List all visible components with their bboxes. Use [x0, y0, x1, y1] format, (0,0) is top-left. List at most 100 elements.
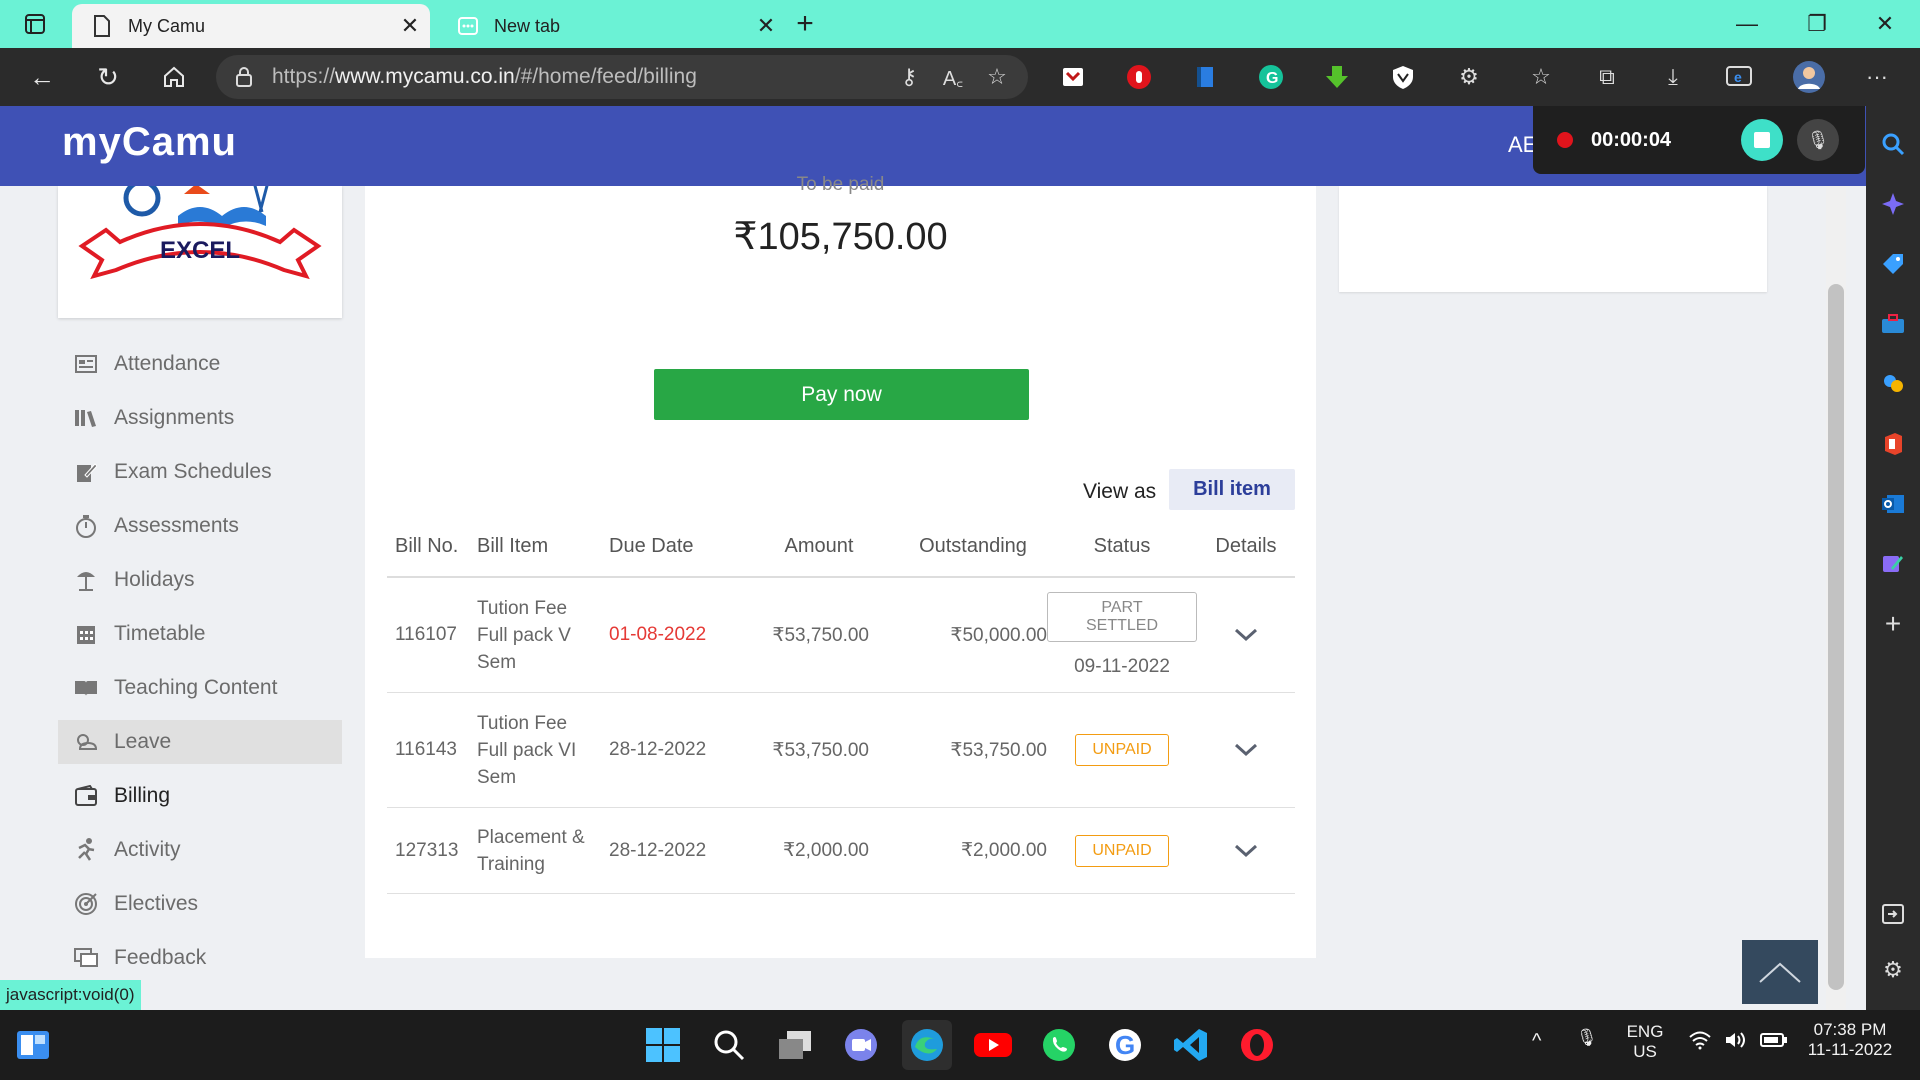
restore-button[interactable]: ❐ [1782, 0, 1852, 48]
download-extension-icon[interactable] [1320, 60, 1354, 94]
clock-time: 07:38 PM [1813, 1020, 1887, 1039]
sidebar-item-billing[interactable]: Billing [58, 774, 342, 818]
home-icon [164, 66, 184, 87]
adblock-extension-icon[interactable] [1122, 60, 1156, 94]
leave-icon [58, 731, 114, 753]
close-tab-icon[interactable]: ✕ [390, 13, 430, 39]
clock[interactable]: 07:38 PM 11-11-2022 [1800, 1020, 1900, 1060]
shield-extension-icon[interactable] [1386, 60, 1420, 94]
sidebar-item-label: Leave [114, 730, 172, 753]
side-info-card [1339, 186, 1767, 292]
favorites-icon[interactable]: ☆ [1524, 60, 1558, 94]
sidebar-item-electives[interactable]: Electives [58, 882, 342, 926]
microphone-icon[interactable]: 🎙 [1576, 1028, 1598, 1048]
extensions-icon[interactable]: ⚙ [1452, 60, 1486, 94]
back-button[interactable]: ← [14, 48, 70, 106]
search-icon[interactable] [704, 1020, 754, 1070]
sidebar-item-assessments[interactable]: Assessments [58, 504, 342, 548]
collections-icon[interactable]: ⧉ [1590, 60, 1624, 94]
wifi-icon[interactable] [1688, 1030, 1712, 1055]
games-icon[interactable] [1875, 366, 1911, 402]
vscode-icon[interactable] [1166, 1020, 1216, 1070]
close-window-button[interactable]: ✕ [1850, 0, 1920, 48]
tools-icon[interactable] [1875, 306, 1911, 342]
scroll-to-top-button[interactable] [1742, 940, 1818, 1004]
new-tab-button[interactable]: + [780, 0, 830, 48]
chevron-down-icon [1234, 838, 1258, 863]
tab-my-camu[interactable]: My Camu ✕ [72, 4, 430, 48]
settings-gear-icon[interactable]: ⚙ [1875, 952, 1911, 988]
pay-now-button[interactable]: Pay now [654, 369, 1029, 420]
add-favorite-icon[interactable]: ☆ [980, 60, 1014, 94]
mcafee-extension-icon[interactable] [1056, 60, 1090, 94]
office-icon[interactable] [1875, 426, 1911, 462]
sidebar-item-activity[interactable]: Activity [58, 828, 342, 872]
refresh-button[interactable]: ↻ [80, 48, 136, 106]
expand-details-button[interactable] [1197, 838, 1295, 864]
designer-icon[interactable] [1875, 546, 1911, 582]
start-button[interactable] [638, 1020, 688, 1070]
shopping-tag-icon[interactable] [1875, 246, 1911, 282]
sidebar-item-assignments[interactable]: Assignments [58, 396, 342, 440]
sidebar-item-exam-schedules[interactable]: Exam Schedules [58, 450, 342, 494]
recording-timer: 00:00:04 [1591, 128, 1672, 151]
sidebar-item-feedback[interactable]: Feedback [58, 936, 342, 980]
outlook-icon[interactable] [1875, 486, 1911, 522]
bill-item: Tution Fee Full pack VI Sem [477, 712, 577, 788]
mute-mic-button[interactable]: 🎙 [1797, 119, 1839, 161]
add-sidebar-app-icon[interactable]: + [1875, 606, 1911, 642]
url-text[interactable]: https://www.mycamu.co.in/#/home/feed/bil… [272, 65, 892, 89]
column-header: Bill No. [395, 534, 459, 557]
book-extension-icon[interactable] [1188, 60, 1222, 94]
expand-details-button[interactable] [1197, 737, 1295, 763]
tab-actions-button[interactable] [0, 0, 70, 48]
address-bar[interactable]: https://www.mycamu.co.in/#/home/feed/bil… [216, 55, 1028, 99]
expand-details-button[interactable] [1197, 622, 1295, 648]
read-aloud-icon[interactable]: A꜀ [936, 60, 970, 94]
lock-icon[interactable] [216, 66, 272, 88]
task-view-icon[interactable] [770, 1020, 820, 1070]
hide-sidebar-icon[interactable] [1875, 896, 1911, 932]
home-button[interactable] [146, 48, 202, 106]
sidebar-item-teaching-content[interactable]: Teaching Content [58, 666, 342, 710]
bill-table: Bill No. Bill Item Due Date Amount Outst… [387, 516, 1295, 894]
more-options-icon[interactable]: ··· [1860, 60, 1894, 94]
opera-icon[interactable] [1232, 1020, 1282, 1070]
youtube-icon[interactable] [968, 1020, 1018, 1070]
sidebar-item-attendance[interactable]: Attendance [58, 342, 342, 386]
edge-taskbar-icon[interactable] [902, 1020, 952, 1070]
google-chrome-icon[interactable]: G [1100, 1020, 1150, 1070]
language-indicator[interactable]: ENG US [1620, 1022, 1670, 1062]
downloads-icon[interactable]: ⤓ [1656, 60, 1690, 94]
tab-new-tab[interactable]: New tab ✕ [438, 4, 786, 48]
minimize-icon: — [1736, 11, 1758, 36]
battery-icon[interactable] [1760, 1032, 1788, 1053]
sidebar-item-holidays[interactable]: Holidays [58, 558, 342, 602]
sidebar-item-timetable[interactable]: Timetable [58, 612, 342, 656]
widgets-icon[interactable] [8, 1020, 58, 1070]
column-header: Details [1215, 534, 1277, 557]
svg-text:G: G [1115, 1030, 1135, 1060]
teams-chat-icon[interactable] [836, 1020, 886, 1070]
page-icon [94, 15, 110, 37]
volume-icon[interactable] [1724, 1030, 1748, 1055]
sidebar-item-label: Timetable [114, 622, 206, 645]
whatsapp-icon[interactable] [1034, 1020, 1084, 1070]
stop-recording-button[interactable] [1741, 119, 1783, 161]
show-hidden-icons-button[interactable]: ^ [1532, 1030, 1541, 1053]
search-icon[interactable] [1875, 126, 1911, 162]
view-as-bill-item-button[interactable]: Bill item [1169, 469, 1295, 510]
minimize-button[interactable]: — [1712, 0, 1782, 48]
column-header: Bill Item [477, 534, 549, 557]
sidebar-item-leave[interactable]: Leave [58, 720, 342, 764]
sparkle-icon[interactable] [1875, 186, 1911, 222]
scrollbar-thumb[interactable] [1828, 284, 1844, 990]
key-icon[interactable]: ⚷ [892, 60, 926, 94]
activity-icon [58, 838, 114, 862]
column-header: Amount [784, 534, 854, 557]
chevron-up-icon: ^ [1532, 1030, 1542, 1052]
mycamu-logo[interactable]: myCamu [62, 120, 237, 165]
ie-mode-icon[interactable]: e [1722, 60, 1756, 94]
profile-avatar[interactable] [1792, 60, 1826, 94]
grammarly-extension-icon[interactable]: G [1254, 60, 1288, 94]
